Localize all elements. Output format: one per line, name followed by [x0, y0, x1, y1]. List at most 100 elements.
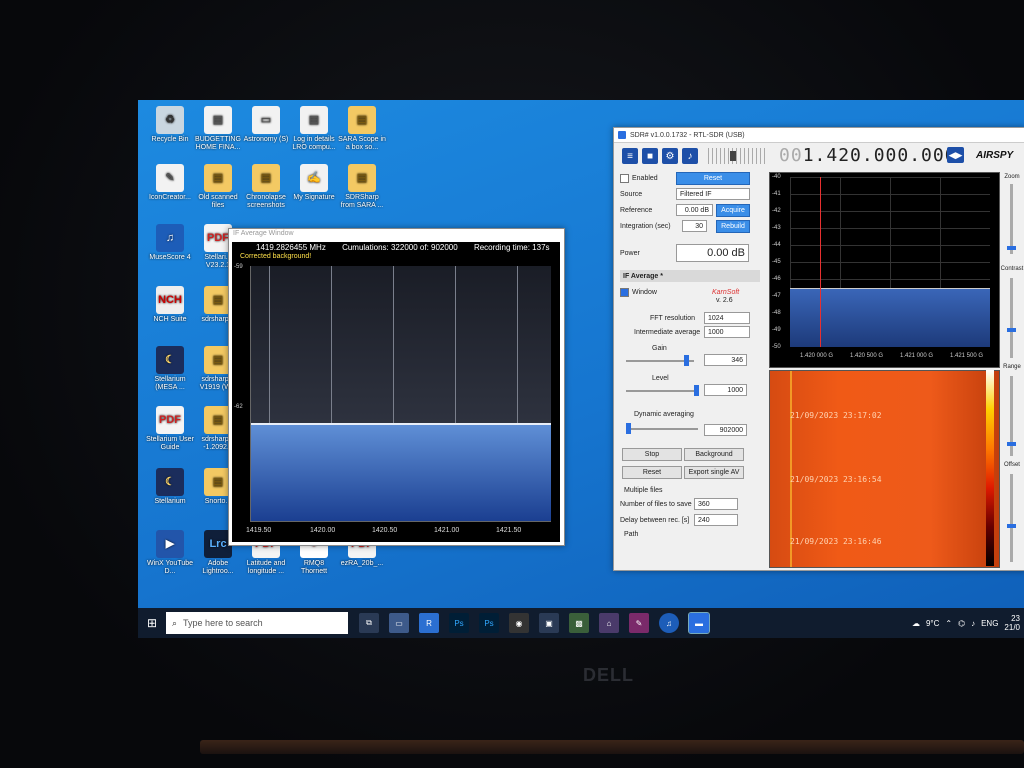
waterfall-display[interactable]: 21/09/2023 23:17:02 21/09/2023 23:16:54 … — [769, 370, 1000, 568]
desktop-icon[interactable]: ▤ SDRSharp from SARA ... — [338, 164, 386, 210]
dyn-avg-value[interactable]: 902000 — [704, 424, 747, 436]
num-files-label: Number of files to save — [620, 500, 692, 508]
desktop-icon[interactable]: ▤ SARA Scope in a box so... — [338, 106, 386, 152]
offset-slider-knob[interactable] — [1007, 524, 1016, 528]
reset-button[interactable]: Reset — [676, 172, 750, 185]
tuning-marker[interactable] — [820, 177, 821, 347]
sdrsharp-window[interactable]: SDR# v1.0.0.1732 - RTL-SDR (USB) ≡ ■ ⚙ ♪… — [613, 127, 1024, 571]
gain-value[interactable]: 346 — [704, 354, 747, 366]
obs-icon[interactable]: ◉ — [509, 613, 529, 633]
reference-value[interactable]: 0.00 dB — [676, 204, 713, 216]
spectrum-y-tick: -47 — [772, 293, 781, 299]
enabled-checkbox[interactable] — [620, 173, 629, 183]
bin-icon: ♻ — [156, 106, 184, 134]
version-row: v. 2.6 — [620, 294, 760, 306]
reset-av-button[interactable]: Reset — [622, 466, 682, 479]
inter-avg-select[interactable]: 1000 — [704, 326, 750, 338]
tuning-arrows-icon[interactable]: ◀▶ — [947, 147, 964, 163]
contrast-slider-knob[interactable] — [1007, 328, 1016, 332]
dyn-avg-slider[interactable] — [626, 423, 698, 434]
clock[interactable]: 23 21/0 — [1004, 614, 1020, 632]
spectrum-display[interactable]: -40 -41 -42 -43 -44 -45 -46 -47 -48 -49 -50 1.420 … — [769, 172, 1000, 368]
delay-input[interactable]: 240 — [694, 514, 738, 526]
speaker-icon[interactable]: ♪ — [682, 148, 698, 164]
zoom-slider[interactable] — [1010, 184, 1013, 254]
sdrsharp-taskbar-icon[interactable]: ▬ — [688, 612, 710, 634]
desktop-icon[interactable]: ✍ My Signature — [290, 164, 338, 202]
contrast-slider[interactable] — [1010, 278, 1013, 358]
file-icon: ▭ — [252, 106, 280, 134]
desktop-icon[interactable]: ▤ Log in details LRO compu... — [290, 106, 338, 152]
fft-select[interactable]: 1024 — [704, 312, 750, 324]
task-view-icon[interactable]: ⧉ — [359, 613, 379, 633]
save-disk-icon[interactable]: ▣ — [539, 613, 559, 633]
desktop-icon[interactable]: ☾ Stellarium — [146, 468, 194, 506]
desktop-icon[interactable]: ✎ IconCreator... — [146, 164, 194, 202]
desktop-icon[interactable]: ▤ BUDGETTING HOME FINA... — [194, 106, 242, 152]
range-slider-knob[interactable] — [1007, 442, 1016, 446]
offset-slider[interactable] — [1010, 474, 1013, 562]
photoshop-icon[interactable]: Ps — [449, 613, 469, 633]
if-average-window[interactable]: IF Average Window 1419.2826455 MHz Cumul… — [228, 228, 565, 546]
image-viewer-icon[interactable]: ▩ — [569, 613, 589, 633]
desktop-icon-label: IconCreator... — [148, 194, 192, 201]
chevron-up-icon[interactable]: ⌃ — [945, 619, 952, 628]
background-button[interactable]: Background — [684, 448, 744, 461]
desktop-icon[interactable]: PDF Stellarium User Guide — [146, 406, 194, 452]
path-label: Path — [624, 530, 639, 538]
rebuild-button[interactable]: Rebuild — [716, 219, 750, 233]
desktop-icon-label: Stellarium (MESA ... — [154, 376, 186, 391]
volume-slider[interactable] — [708, 148, 768, 164]
temperature[interactable]: 9°C — [926, 619, 939, 628]
volume-icon[interactable]: ♪ — [971, 619, 975, 628]
if-x-tick: 1420.50 — [372, 527, 398, 534]
desktop-icon[interactable]: ♻ Recycle Bin — [146, 106, 194, 144]
desktop-icon[interactable]: ▤ Chronolapse screenshots — [242, 164, 290, 210]
source-label: Source — [620, 190, 643, 198]
desktop-icon[interactable]: ▤ Old scanned files — [194, 164, 242, 210]
dyn-avg-slider-knob[interactable] — [626, 423, 631, 434]
desktop-icon[interactable]: ▭ Astronomy (S) — [242, 106, 290, 144]
sdr-titlebar[interactable]: SDR# v1.0.0.1732 - RTL-SDR (USB) — [614, 128, 1024, 143]
if-x-tick: 1421.50 — [496, 527, 522, 534]
hat-icon[interactable]: ⌂ — [599, 613, 619, 633]
photoshop-alt-icon[interactable]: Ps — [479, 613, 499, 633]
desktop-icon[interactable]: ▶ WinX YouTube D... — [146, 530, 194, 576]
desktop-icon[interactable]: NCH NCH Suite — [146, 286, 194, 324]
gain-slider-knob[interactable] — [684, 355, 689, 366]
if-plot-area — [250, 266, 551, 522]
zoom-slider-knob[interactable] — [1007, 246, 1016, 250]
language-indicator[interactable]: ENG — [981, 619, 998, 628]
app-icon — [618, 131, 626, 139]
desktop-icon[interactable]: ☾ Stellarium (MESA ... — [146, 346, 194, 392]
file-explorer-icon[interactable]: ▭ — [389, 613, 409, 633]
search-box[interactable]: ⌕ Type here to search — [166, 612, 348, 634]
network-icon[interactable]: ⌬ — [958, 619, 965, 628]
app-icon-r[interactable]: R — [419, 613, 439, 633]
level-slider[interactable] — [626, 385, 699, 396]
source-select[interactable]: Filtered IF — [676, 188, 750, 200]
gear-icon[interactable]: ⚙ — [662, 148, 678, 164]
dyn-avg-label-row: Dynamic averaging — [620, 408, 760, 420]
folder-icon: ▤ — [252, 164, 280, 192]
level-slider-knob[interactable] — [694, 385, 699, 396]
integration-input[interactable]: 30 — [682, 220, 707, 232]
menu-icon[interactable]: ≡ — [622, 148, 638, 164]
desktop-icon[interactable]: ♫ MuseScore 4 — [146, 224, 194, 262]
stop-icon[interactable]: ■ — [642, 148, 658, 164]
frequency-display[interactable]: 001.420.000.000 — [779, 145, 957, 166]
num-files-input[interactable]: 360 — [694, 498, 738, 510]
laptop-hinge — [200, 740, 1024, 754]
export-single-av-button[interactable]: Export single AV — [684, 466, 744, 479]
weather-icon[interactable]: ☁ — [912, 619, 920, 628]
spectrum-y-tick: -50 — [772, 344, 781, 350]
paint-icon[interactable]: ✎ — [629, 613, 649, 633]
gain-slider[interactable] — [626, 355, 694, 366]
stop-button[interactable]: Stop — [622, 448, 682, 461]
if-average-plot: 1419.2826455 MHz Cumulations: 322000 of:… — [232, 242, 560, 542]
windows-start-icon[interactable]: ⊞ — [138, 608, 166, 638]
if-average-section-header[interactable]: IF Average * — [620, 270, 760, 282]
musescore-icon[interactable]: ♫ — [659, 613, 679, 633]
acquire-button[interactable]: Acquire — [716, 203, 750, 217]
level-value[interactable]: 1000 — [704, 384, 747, 396]
